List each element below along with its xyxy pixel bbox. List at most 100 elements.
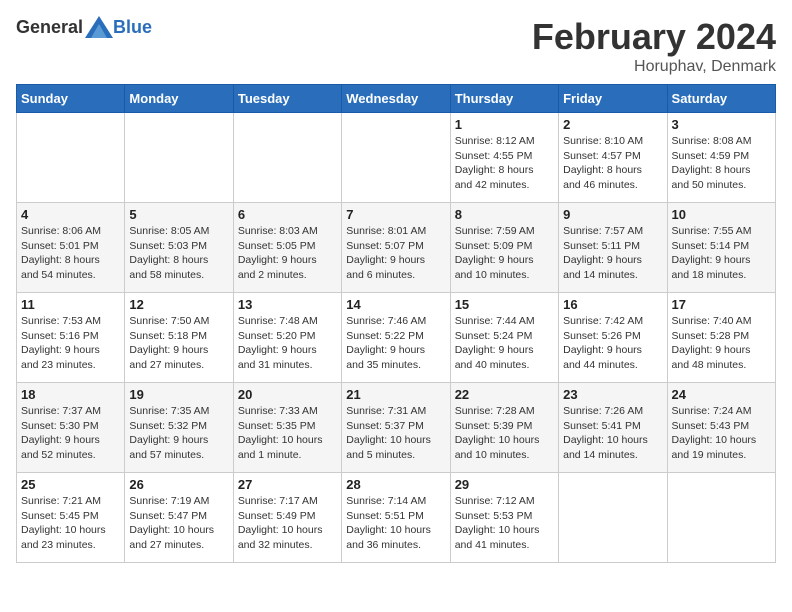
weekday-header-tuesday: Tuesday bbox=[233, 85, 341, 113]
calendar-cell: 2 Sunrise: 8:10 AMSunset: 4:57 PMDaylight… bbox=[559, 113, 667, 203]
day-number: 17 bbox=[672, 297, 771, 312]
day-number: 29 bbox=[455, 477, 554, 492]
day-number: 24 bbox=[672, 387, 771, 402]
day-info: Sunrise: 7:40 AMSunset: 5:28 PMDaylight:… bbox=[672, 314, 771, 373]
day-info: Sunrise: 7:28 AMSunset: 5:39 PMDaylight:… bbox=[455, 404, 554, 463]
calendar-cell: 21 Sunrise: 7:31 AMSunset: 5:37 PMDayligh… bbox=[342, 383, 450, 473]
day-number: 10 bbox=[672, 207, 771, 222]
calendar-cell: 13Sunrise: 7:48 AMSunset: 5:20 PMDayligh… bbox=[233, 293, 341, 383]
calendar-cell bbox=[559, 473, 667, 563]
calendar-week-row: 4 Sunrise: 8:06 AMSunset: 5:01 PMDaylight… bbox=[17, 203, 776, 293]
calendar-cell: 12Sunrise: 7:50 AMSunset: 5:18 PMDayligh… bbox=[125, 293, 233, 383]
calendar-cell: 4 Sunrise: 8:06 AMSunset: 5:01 PMDaylight… bbox=[17, 203, 125, 293]
calendar-cell: 28Sunrise: 7:14 AMSunset: 5:51 PMDayligh… bbox=[342, 473, 450, 563]
calendar-cell: 24 Sunrise: 7:24 AMSunset: 5:43 PMDayligh… bbox=[667, 383, 775, 473]
day-info: Sunrise: 7:59 AMSunset: 5:09 PMDaylight:… bbox=[455, 224, 554, 283]
logo-icon bbox=[85, 16, 113, 38]
day-info: Sunrise: 7:26 AMSunset: 5:41 PMDaylight:… bbox=[563, 404, 662, 463]
day-info: Sunrise: 8:03 AMSunset: 5:05 PMDaylight:… bbox=[238, 224, 337, 283]
calendar-cell bbox=[125, 113, 233, 203]
calendar-cell bbox=[17, 113, 125, 203]
month-title: February 2024 bbox=[532, 16, 776, 58]
day-number: 28 bbox=[346, 477, 445, 492]
calendar-week-row: 1 Sunrise: 8:12 AMSunset: 4:55 PMDaylight… bbox=[17, 113, 776, 203]
day-number: 3 bbox=[672, 117, 771, 132]
calendar-cell: 14 Sunrise: 7:46 AMSunset: 5:22 PMDayligh… bbox=[342, 293, 450, 383]
day-info: Sunrise: 7:42 AMSunset: 5:26 PMDaylight:… bbox=[563, 314, 662, 373]
day-number: 22 bbox=[455, 387, 554, 402]
calendar-cell: 8Sunrise: 7:59 AMSunset: 5:09 PMDaylight… bbox=[450, 203, 558, 293]
day-number: 12 bbox=[129, 297, 228, 312]
calendar-week-row: 25 Sunrise: 7:21 AMSunset: 5:45 PMDayligh… bbox=[17, 473, 776, 563]
day-info: Sunrise: 7:21 AMSunset: 5:45 PMDaylight:… bbox=[21, 494, 120, 553]
day-info: Sunrise: 7:46 AMSunset: 5:22 PMDaylight:… bbox=[346, 314, 445, 373]
calendar-cell bbox=[342, 113, 450, 203]
day-number: 13 bbox=[238, 297, 337, 312]
calendar-cell: 5Sunrise: 8:05 AMSunset: 5:03 PMDaylight… bbox=[125, 203, 233, 293]
day-info: Sunrise: 7:31 AMSunset: 5:37 PMDaylight:… bbox=[346, 404, 445, 463]
day-number: 15 bbox=[455, 297, 554, 312]
day-info: Sunrise: 8:01 AMSunset: 5:07 PMDaylight:… bbox=[346, 224, 445, 283]
title-area: February 2024 Horuphav, Denmark bbox=[532, 16, 776, 76]
day-number: 27 bbox=[238, 477, 337, 492]
location-text: Horuphav, Denmark bbox=[532, 58, 776, 76]
day-number: 14 bbox=[346, 297, 445, 312]
calendar-cell: 25 Sunrise: 7:21 AMSunset: 5:45 PMDayligh… bbox=[17, 473, 125, 563]
calendar-cell: 11 Sunrise: 7:53 AMSunset: 5:16 PMDayligh… bbox=[17, 293, 125, 383]
day-number: 20 bbox=[238, 387, 337, 402]
day-number: 23 bbox=[563, 387, 662, 402]
day-number: 6 bbox=[238, 207, 337, 222]
day-info: Sunrise: 7:53 AMSunset: 5:16 PMDaylight:… bbox=[21, 314, 120, 373]
day-info: Sunrise: 7:55 AMSunset: 5:14 PMDaylight:… bbox=[672, 224, 771, 283]
weekday-header-thursday: Thursday bbox=[450, 85, 558, 113]
day-info: Sunrise: 8:05 AMSunset: 5:03 PMDaylight:… bbox=[129, 224, 228, 283]
weekday-header-wednesday: Wednesday bbox=[342, 85, 450, 113]
day-info: Sunrise: 7:17 AMSunset: 5:49 PMDaylight:… bbox=[238, 494, 337, 553]
calendar-cell: 7Sunrise: 8:01 AMSunset: 5:07 PMDaylight… bbox=[342, 203, 450, 293]
day-number: 9 bbox=[563, 207, 662, 222]
logo-general-text: General bbox=[16, 17, 83, 38]
day-number: 18 bbox=[21, 387, 120, 402]
calendar-cell: 10 Sunrise: 7:55 AMSunset: 5:14 PMDayligh… bbox=[667, 203, 775, 293]
weekday-header-sunday: Sunday bbox=[17, 85, 125, 113]
day-info: Sunrise: 7:33 AMSunset: 5:35 PMDaylight:… bbox=[238, 404, 337, 463]
calendar-cell: 29 Sunrise: 7:12 AMSunset: 5:53 PMDayligh… bbox=[450, 473, 558, 563]
calendar-cell: 9Sunrise: 7:57 AMSunset: 5:11 PMDaylight… bbox=[559, 203, 667, 293]
day-number: 11 bbox=[21, 297, 120, 312]
day-info: Sunrise: 8:08 AMSunset: 4:59 PMDaylight:… bbox=[672, 134, 771, 193]
calendar-cell: 19 Sunrise: 7:35 AMSunset: 5:32 PMDayligh… bbox=[125, 383, 233, 473]
day-info: Sunrise: 7:35 AMSunset: 5:32 PMDaylight:… bbox=[129, 404, 228, 463]
calendar-cell: 26Sunrise: 7:19 AMSunset: 5:47 PMDayligh… bbox=[125, 473, 233, 563]
day-number: 16 bbox=[563, 297, 662, 312]
calendar-cell: 20 Sunrise: 7:33 AMSunset: 5:35 PMDayligh… bbox=[233, 383, 341, 473]
calendar-cell: 3 Sunrise: 8:08 AMSunset: 4:59 PMDaylight… bbox=[667, 113, 775, 203]
calendar-week-row: 18Sunrise: 7:37 AMSunset: 5:30 PMDayligh… bbox=[17, 383, 776, 473]
calendar-cell: 6 Sunrise: 8:03 AMSunset: 5:05 PMDaylight… bbox=[233, 203, 341, 293]
calendar-cell: 27 Sunrise: 7:17 AMSunset: 5:49 PMDayligh… bbox=[233, 473, 341, 563]
day-info: Sunrise: 8:10 AMSunset: 4:57 PMDaylight:… bbox=[563, 134, 662, 193]
logo: General Blue bbox=[16, 16, 152, 38]
day-info: Sunrise: 7:24 AMSunset: 5:43 PMDaylight:… bbox=[672, 404, 771, 463]
calendar-cell: 22 Sunrise: 7:28 AMSunset: 5:39 PMDayligh… bbox=[450, 383, 558, 473]
day-number: 26 bbox=[129, 477, 228, 492]
day-number: 1 bbox=[455, 117, 554, 132]
page-header: General Blue February 2024 Horuphav, Den… bbox=[16, 16, 776, 76]
day-number: 2 bbox=[563, 117, 662, 132]
calendar-week-row: 11 Sunrise: 7:53 AMSunset: 5:16 PMDayligh… bbox=[17, 293, 776, 383]
calendar-cell: 15 Sunrise: 7:44 AMSunset: 5:24 PMDayligh… bbox=[450, 293, 558, 383]
calendar-cell: 23 Sunrise: 7:26 AMSunset: 5:41 PMDayligh… bbox=[559, 383, 667, 473]
day-number: 19 bbox=[129, 387, 228, 402]
day-number: 25 bbox=[21, 477, 120, 492]
day-info: Sunrise: 8:06 AMSunset: 5:01 PMDaylight:… bbox=[21, 224, 120, 283]
calendar-cell: 17 Sunrise: 7:40 AMSunset: 5:28 PMDayligh… bbox=[667, 293, 775, 383]
calendar-cell bbox=[233, 113, 341, 203]
day-info: Sunrise: 7:44 AMSunset: 5:24 PMDaylight:… bbox=[455, 314, 554, 373]
day-info: Sunrise: 8:12 AMSunset: 4:55 PMDaylight:… bbox=[455, 134, 554, 193]
day-number: 4 bbox=[21, 207, 120, 222]
calendar-cell: 1 Sunrise: 8:12 AMSunset: 4:55 PMDaylight… bbox=[450, 113, 558, 203]
weekday-header-saturday: Saturday bbox=[667, 85, 775, 113]
calendar-table: SundayMondayTuesdayWednesdayThursdayFrid… bbox=[16, 84, 776, 563]
day-number: 21 bbox=[346, 387, 445, 402]
day-info: Sunrise: 7:12 AMSunset: 5:53 PMDaylight:… bbox=[455, 494, 554, 553]
calendar-cell: 16 Sunrise: 7:42 AMSunset: 5:26 PMDayligh… bbox=[559, 293, 667, 383]
